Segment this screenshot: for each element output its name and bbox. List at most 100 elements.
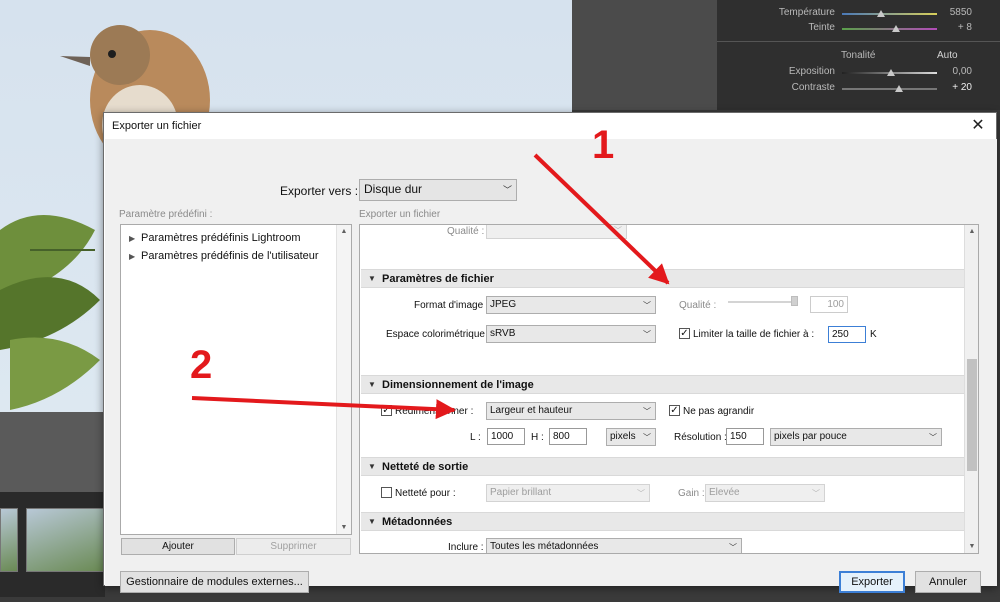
scroll-down-icon[interactable]: ▼ [965,543,978,550]
slider-label: Contraste [791,82,835,93]
width-input[interactable]: 1000 [487,428,525,445]
limit-size-checkbox[interactable]: ✓ [679,328,690,339]
slider-track[interactable] [842,10,937,17]
chevron-down-icon: ﹀ [643,330,651,339]
chevron-down-icon: ﹀ [643,433,651,442]
chevron-down-icon: ﹀ [643,407,651,416]
section-image-sizing[interactable]: ▼ Dimensionnement de l'image [361,375,964,394]
preset-label: Paramètres prédéfinis de l'utilisateur [141,250,319,262]
slider-temperature[interactable]: Température 5850 [717,7,1000,21]
slider-exposure[interactable]: Exposition 0,00 [717,66,1000,80]
resize-label: Redimensionner : [395,406,474,417]
quality-top-select[interactable]: ﹀ [486,225,627,239]
chevron-down-icon: ﹀ [643,301,651,310]
slider-track[interactable] [842,85,937,92]
slider-label: Teinte [808,22,835,33]
slider-thumb[interactable] [895,85,903,92]
settings-scrollbar[interactable]: ▲ ▼ [964,225,978,553]
cancel-button[interactable]: Annuler [915,571,981,593]
section-title: Paramètres de fichier [382,273,494,285]
scrollbar-thumb[interactable] [967,359,977,471]
slider-label: Température [778,7,835,18]
slider-value: 5850 [949,7,972,18]
slider-thumb[interactable] [892,25,900,32]
scroll-up-icon[interactable]: ▲ [337,228,351,235]
expand-triangle-icon[interactable]: ▶ [129,234,141,243]
gain-label: Gain : [678,488,705,499]
dialog-title: Exporter un fichier [112,120,202,132]
section-output-sharpening[interactable]: ▼ Netteté de sortie [361,457,964,476]
filmstrip-thumb[interactable] [0,508,18,572]
preset-scrollbar[interactable]: ▲ ▼ [336,225,351,534]
resize-mode-select[interactable]: Largeur et hauteur ﹀ [486,402,656,420]
export-to-select[interactable]: Disque dur ﹀ [359,179,517,201]
sharpen-label: Netteté pour : [395,488,456,499]
height-label: H : [531,432,544,443]
resolution-unit-value: pixels par pouce [774,431,847,442]
resize-checkbox[interactable]: ✓ [381,405,392,416]
format-select[interactable]: JPEG ﹀ [486,296,656,314]
preset-item-user[interactable]: ▶ Paramètres prédéfinis de l'utilisateur [129,250,319,262]
close-icon[interactable]: ✕ [968,116,988,136]
scroll-up-icon[interactable]: ▲ [965,228,978,235]
quality-slider-thumb[interactable] [791,296,798,306]
quality-input[interactable]: 100 [810,296,848,313]
filmstrip-thumb[interactable] [26,508,104,572]
export-dialog: Exporter un fichier ✕ Exporter vers : Di… [103,112,997,593]
preset-item-lightroom[interactable]: ▶ Paramètres prédéfinis Lightroom [129,232,301,244]
section-title: Netteté de sortie [382,461,469,473]
export-file-header: Exporter un fichier [359,209,441,220]
chevron-down-icon: ﹀ [729,543,737,552]
preset-label: Paramètres prédéfinis Lightroom [141,232,301,244]
develop-panel: Température 5850 Teinte + 8 Tonalité Aut… [717,0,1000,110]
auto-button[interactable]: Auto [937,50,958,61]
resolution-unit-select[interactable]: pixels par pouce ﹀ [770,428,942,446]
format-value: JPEG [490,299,517,310]
gain-value: Elevée [709,487,740,498]
collapse-triangle-icon[interactable]: ▼ [368,380,376,389]
preset-list[interactable]: ▶ Paramètres prédéfinis Lightroom ▶ Paramè… [120,224,352,535]
sharpen-for-value: Papier brillant [490,487,552,498]
slider-label: Exposition [788,66,835,77]
collapse-triangle-icon[interactable]: ▼ [368,517,376,526]
slider-track[interactable] [842,25,937,32]
slider-thumb[interactable] [887,69,895,76]
height-input[interactable]: 800 [549,428,587,445]
add-preset-button[interactable]: Ajouter [121,538,235,555]
export-button[interactable]: Exporter [839,571,905,593]
section-file-settings[interactable]: ▼ Paramètres de fichier [361,269,964,288]
scroll-down-icon[interactable]: ▼ [337,524,351,531]
section-title: Métadonnées [382,516,453,528]
dialog-titlebar[interactable]: Exporter un fichier ✕ [104,113,996,139]
slider-contrast[interactable]: Contraste + 20 [717,82,1000,96]
slider-value: 0,00 [952,66,972,77]
section-metadata[interactable]: ▼ Métadonnées [361,512,964,531]
no-enlarge-checkbox[interactable]: ✓ [669,405,680,416]
collapse-triangle-icon[interactable]: ▼ [368,462,376,471]
plugin-manager-button[interactable]: Gestionnaire de modules externes... [120,571,309,593]
background-dark-strip [572,0,717,110]
chevron-down-icon: ﹀ [929,433,937,442]
slider-tint[interactable]: Teinte + 8 [717,22,1000,36]
limit-size-input[interactable]: 250 [828,326,866,343]
expand-triangle-icon[interactable]: ▶ [129,252,141,261]
no-enlarge-label: Ne pas agrandir [683,406,755,417]
sharpen-for-select[interactable]: Papier brillant ﹀ [486,484,650,502]
chevron-down-icon: ﹀ [502,185,512,195]
colorspace-select[interactable]: sRVB ﹀ [486,325,656,343]
sharpen-checkbox[interactable] [381,487,392,498]
gain-select[interactable]: Elevée ﹀ [705,484,825,502]
size-unit-select[interactable]: pixels ﹀ [606,428,656,446]
collapse-triangle-icon[interactable]: ▼ [368,274,376,283]
dialog-body: Exporter vers : Disque dur ﹀ Paramètre p… [105,139,997,593]
resize-mode-value: Largeur et hauteur [490,405,573,416]
resolution-input[interactable]: 150 [726,428,764,445]
remove-preset-button[interactable]: Supprimer [236,538,351,555]
slider-value: + 8 [957,22,972,33]
metadata-include-select[interactable]: Toutes les métadonnées ﹀ [486,538,742,553]
preset-header: Paramètre prédéfini : [119,209,213,220]
slider-track[interactable] [842,69,937,76]
export-settings-panel[interactable]: Qualité : ﹀ ▼ Paramètres de fichier Forma… [359,224,979,554]
slider-thumb[interactable] [877,10,885,17]
quality-slider[interactable] [728,301,798,303]
